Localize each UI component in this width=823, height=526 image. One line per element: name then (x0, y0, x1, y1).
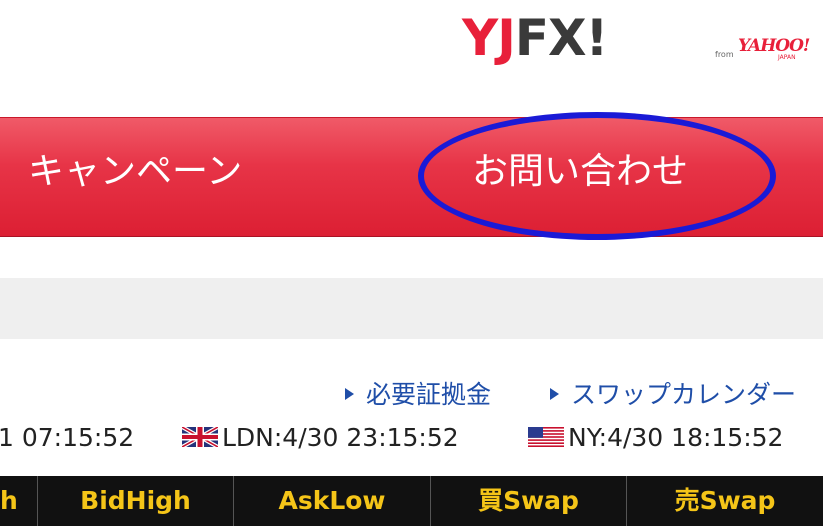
column-header-sell-swap[interactable]: 売Swap (627, 476, 823, 526)
us-flag-icon (528, 427, 564, 447)
clock-newyork: NY:4/30 18:15:52 (528, 421, 783, 455)
column-header-asklow[interactable]: AskLow (234, 476, 431, 526)
clock-london-text: LDN:4/30 23:15:52 (222, 423, 459, 452)
column-header-buy-swap[interactable]: 買Swap (431, 476, 627, 526)
logo-from-text: from (715, 50, 734, 59)
uk-flag-icon (182, 427, 218, 447)
logo-yj: YJ (462, 9, 516, 67)
logo-yahoo-text: YAHOO! (738, 36, 810, 56)
clock-tokyo: 1 07:15:52 (0, 423, 135, 452)
quick-links: 必要証拠金 スワップカレンダー (0, 378, 823, 412)
triangle-right-icon (345, 388, 354, 400)
clock-newyork-text: NY:4/30 18:15:52 (568, 423, 784, 452)
nav-campaign[interactable]: キャンペーン (28, 150, 242, 194)
nav-contact[interactable]: お問い合わせ (472, 150, 688, 194)
column-header-bidhigh[interactable]: BidHigh (38, 476, 234, 526)
logo-japan-text: JAPAN (778, 54, 796, 61)
link-required-margin-label: 必要証拠金 (366, 380, 492, 409)
global-nav-bar: キャンペーン お問い合わせ (0, 117, 823, 237)
grey-banner-strip (0, 278, 823, 339)
yjfx-logo[interactable]: YJFX! from YAHOO! JAPAN (462, 10, 823, 70)
triangle-right-icon (550, 388, 559, 400)
clock-london: LDN:4/30 23:15:52 (182, 421, 459, 455)
rate-table-header: h BidHigh AskLow 買Swap 売Swap (0, 476, 823, 526)
link-required-margin[interactable]: 必要証拠金 (345, 378, 491, 412)
link-swap-calendar-label: スワップカレンダー (571, 380, 797, 409)
link-swap-calendar[interactable]: スワップカレンダー (550, 378, 796, 412)
market-clock-row: 1 07:15:52 LDN:4/30 23:15:52 NY:4/30 18:… (0, 421, 823, 455)
logo-fx: FX! (514, 9, 609, 67)
logo-wordmark: YJFX! (462, 9, 609, 67)
column-header[interactable]: h (0, 476, 38, 526)
